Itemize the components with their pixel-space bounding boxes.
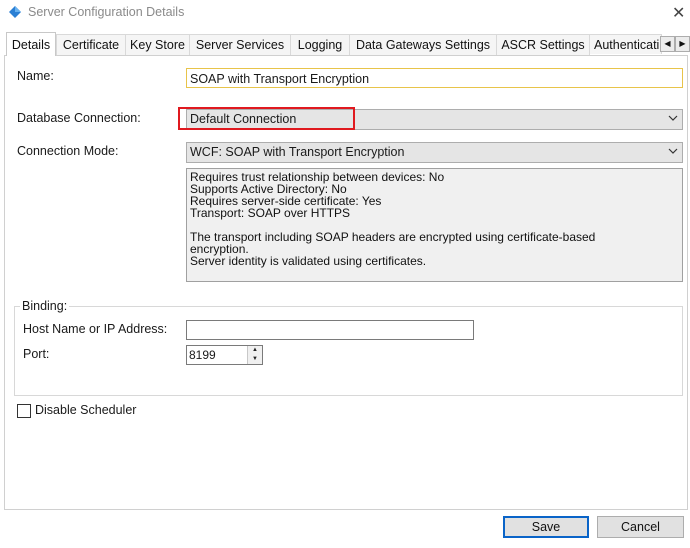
connection-mode-value: WCF: SOAP with Transport Encryption: [190, 145, 405, 159]
description-line: The transport including SOAP headers are…: [190, 230, 596, 244]
disable-scheduler-label: Disable Scheduler: [35, 403, 137, 417]
save-button[interactable]: Save: [503, 516, 589, 538]
close-button[interactable]: ✕: [672, 3, 685, 23]
window-title: Server Configuration Details: [28, 5, 185, 19]
title-bar: Server Configuration Details ✕: [0, 0, 690, 28]
connection-mode-label: Connection Mode:: [17, 144, 119, 158]
host-input[interactable]: [186, 320, 474, 340]
app-icon: [9, 6, 21, 18]
tab-server-services[interactable]: Server Services: [189, 34, 291, 55]
tab-logging[interactable]: Logging: [290, 34, 350, 55]
connection-mode-description: Requires trust relationship between devi…: [186, 168, 683, 282]
tab-scroll-right-button[interactable]: ▶: [675, 36, 690, 52]
name-label: Name:: [17, 69, 54, 83]
port-label: Port:: [23, 347, 50, 361]
port-increment-icon[interactable]: ▲: [248, 346, 262, 355]
tab-scroll-left-button[interactable]: ◀: [660, 36, 675, 52]
tab-strip: Details Certificate Key Store Server Ser…: [4, 32, 690, 56]
tab-data-gateways-settings[interactable]: Data Gateways Settings: [349, 34, 497, 55]
name-input[interactable]: SOAP with Transport Encryption: [186, 68, 683, 88]
description-line: Server identity is validated using certi…: [190, 254, 427, 268]
tab-key-store[interactable]: Key Store: [125, 34, 190, 55]
port-stepper[interactable]: 8199 ▲ ▼: [186, 345, 263, 365]
tab-details[interactable]: Details: [6, 32, 56, 56]
database-connection-highlight: [178, 107, 355, 130]
connection-mode-select[interactable]: WCF: SOAP with Transport Encryption: [186, 142, 683, 163]
database-connection-label: Database Connection:: [17, 111, 141, 125]
description-line: Transport: SOAP over HTTPS: [190, 206, 351, 220]
disable-scheduler-checkbox[interactable]: [17, 404, 31, 418]
port-stepper-buttons: ▲ ▼: [247, 346, 262, 364]
port-decrement-icon[interactable]: ▼: [248, 355, 262, 364]
binding-group-label: Binding:: [20, 299, 70, 313]
chevron-down-icon: [668, 115, 678, 121]
cancel-button[interactable]: Cancel: [597, 516, 684, 538]
tab-authentication[interactable]: Authenticati: [589, 34, 662, 54]
host-label: Host Name or IP Address:: [23, 322, 168, 336]
chevron-down-icon: [668, 148, 678, 154]
port-value: 8199: [189, 348, 216, 362]
tab-ascr-settings[interactable]: ASCR Settings: [496, 34, 590, 55]
tab-certificate[interactable]: Certificate: [56, 34, 126, 55]
